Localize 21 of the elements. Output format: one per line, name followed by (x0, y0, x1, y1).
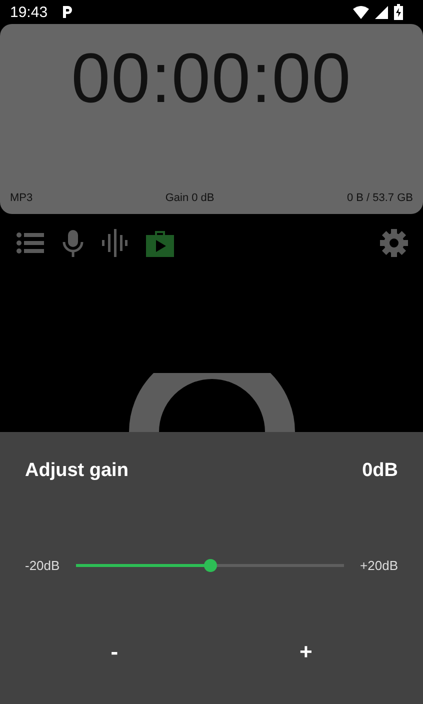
gain-label: Gain 0 dB (165, 192, 214, 204)
min-label: -20dB (25, 558, 60, 573)
waveform-icon[interactable] (102, 229, 128, 257)
timer-display: 00:00:00 (70, 38, 353, 119)
increase-button[interactable]: + (279, 635, 332, 669)
storage-label: 0 B / 53.7 GB (346, 192, 413, 204)
gain-value: 0dB (362, 460, 398, 482)
battery-icon (394, 4, 403, 20)
list-icon[interactable] (16, 232, 44, 254)
play-bag-icon[interactable] (146, 229, 174, 257)
decrease-button[interactable]: - (90, 635, 138, 669)
format-label: MP3 (10, 192, 33, 204)
sheet-title: Adjust gain (25, 460, 128, 482)
wifi-icon (353, 6, 369, 18)
microphone-icon[interactable] (62, 230, 84, 256)
slider-thumb[interactable] (204, 559, 217, 572)
gain-slider[interactable] (76, 559, 344, 572)
status-time: 19:43 (10, 4, 48, 20)
signal-icon (375, 6, 388, 18)
settings-icon[interactable] (380, 229, 408, 257)
max-label: +20dB (360, 558, 398, 573)
